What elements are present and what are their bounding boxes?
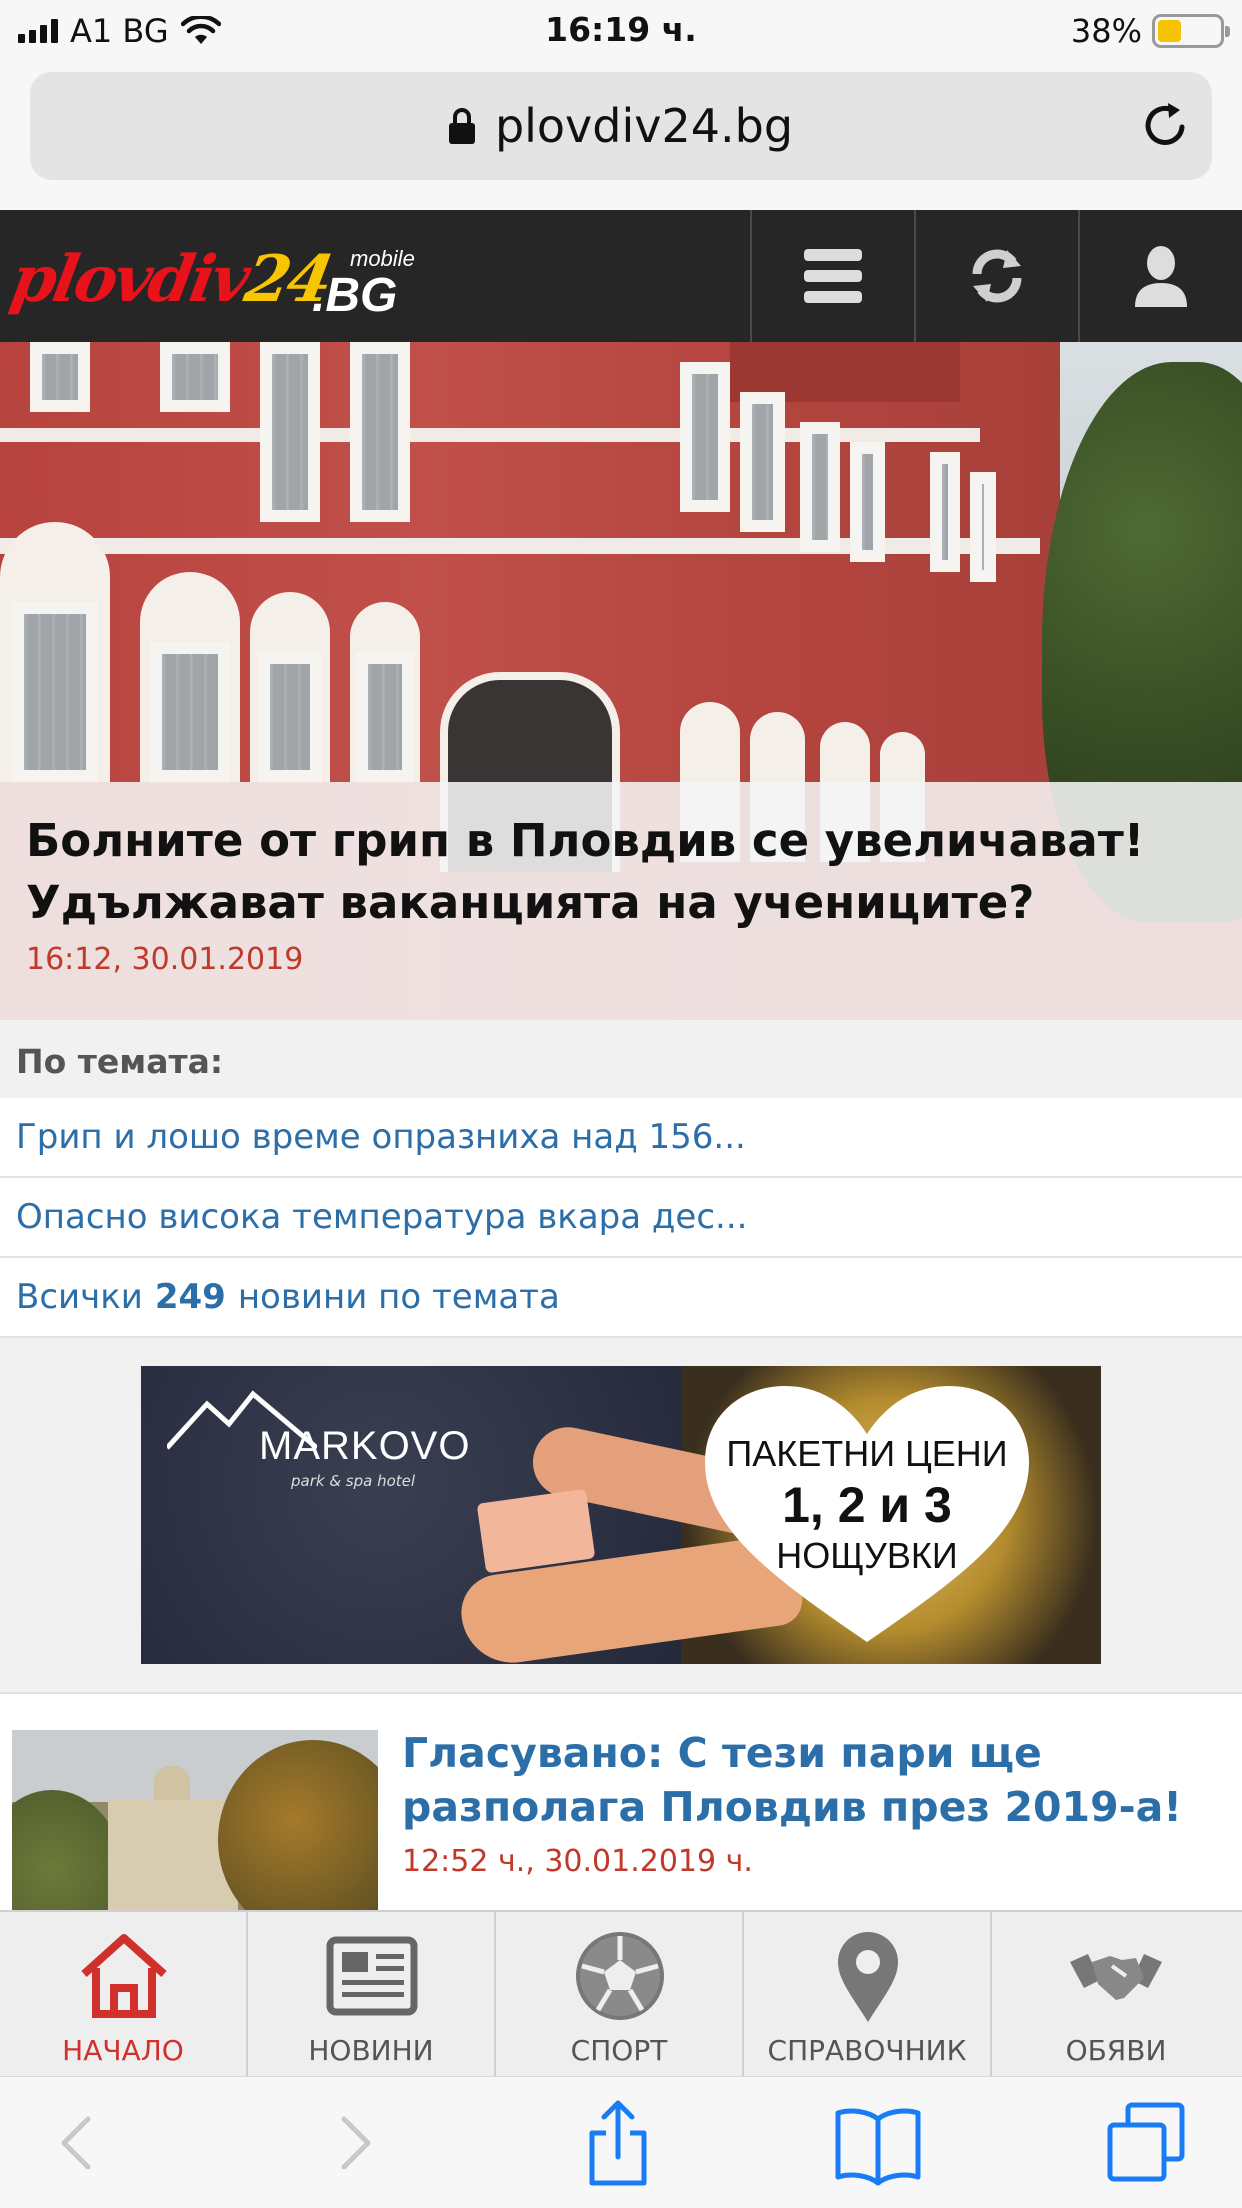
related-link[interactable]: Грип и лошо време опразниха над 156... bbox=[0, 1098, 1242, 1178]
url-text[interactable]: plovdiv24.bg bbox=[495, 99, 793, 153]
share-icon[interactable] bbox=[570, 2095, 666, 2191]
tab-sport[interactable]: СПОРТ bbox=[496, 1912, 744, 2076]
ad-area: MARKOVO park & spa hotel ПАКЕТНИ ЦЕНИ 1,… bbox=[0, 1338, 1242, 1694]
all-related-link[interactable]: Всички 249 новини по темата bbox=[0, 1258, 1242, 1338]
site-logo[interactable]: plovdiv24 .BG mobile bbox=[5, 230, 432, 330]
reload-icon[interactable] bbox=[1138, 99, 1192, 153]
tab-label: НОВИНИ bbox=[308, 2034, 434, 2067]
ad-line-3: НОЩУВКИ bbox=[776, 1535, 958, 1576]
ad-heart-text: ПАКЕТНИ ЦЕНИ 1, 2 и 3 НОЩУВКИ bbox=[697, 1432, 1037, 1578]
lock-icon bbox=[448, 108, 475, 144]
hero-date: 16:12, 30.01.2019 bbox=[26, 942, 304, 977]
ad-line-2: 1, 2 и 3 bbox=[782, 1477, 952, 1533]
tab-home[interactable]: НАЧАЛО bbox=[0, 1912, 248, 2076]
hero-photo-window bbox=[12, 602, 98, 782]
related-link[interactable]: Опасно висока температура вкара дес... bbox=[0, 1178, 1242, 1258]
hero-photo-window bbox=[850, 442, 885, 562]
battery-icon bbox=[1152, 14, 1230, 48]
all-related-count: 249 bbox=[154, 1277, 226, 1317]
hero-photo-window bbox=[800, 422, 840, 552]
ad-line-1: ПАКЕТНИ ЦЕНИ bbox=[726, 1433, 1008, 1474]
map-pin-icon bbox=[838, 1932, 898, 2022]
tab-directory[interactable]: СПРАВОЧНИК bbox=[744, 1912, 992, 2076]
article-date: 12:52 ч., 30.01.2019 ч. bbox=[402, 1844, 753, 1879]
ad-brand-sub: park & spa hotel bbox=[291, 1472, 416, 1490]
user-icon bbox=[1135, 246, 1187, 307]
hero-photo-window bbox=[356, 652, 414, 782]
status-bar: A1 BG 16:19 ч. 38% bbox=[0, 0, 1242, 62]
site-header: plovdiv24 .BG mobile bbox=[0, 210, 1242, 342]
tab-label: ОБЯВИ bbox=[1065, 2034, 1167, 2067]
refresh-icon bbox=[972, 249, 1022, 303]
tab-news[interactable]: НОВИНИ bbox=[248, 1912, 496, 2076]
article-thumbnail[interactable] bbox=[12, 1730, 378, 1910]
hero-photo-window bbox=[150, 642, 230, 782]
all-related-suffix: новини по темата bbox=[237, 1277, 560, 1317]
tab-label: СПОРТ bbox=[570, 2034, 668, 2067]
logo-tag: mobile bbox=[350, 246, 415, 271]
hero-photo-window bbox=[258, 652, 322, 782]
home-icon bbox=[81, 1934, 167, 2018]
hero-photo-window bbox=[740, 392, 785, 532]
refresh-button[interactable] bbox=[914, 210, 1078, 342]
menu-button[interactable] bbox=[750, 210, 914, 342]
hero-title[interactable]: Болните от грип в Пловдив се увеличават!… bbox=[26, 810, 1216, 934]
address-bar[interactable]: plovdiv24.bg bbox=[30, 72, 1212, 180]
related-heading: По темата: bbox=[0, 1020, 1242, 1098]
article-title[interactable]: Гласувано: С тези пари ще разполага Плов… bbox=[402, 1726, 1232, 1834]
tab-label: НАЧАЛО bbox=[62, 2034, 184, 2067]
hero-photo-window bbox=[30, 342, 90, 412]
article-card[interactable]: Гласувано: С тези пари ще разполага Плов… bbox=[0, 1694, 1242, 1910]
hero-article[interactable]: Болните от грип в Пловдив се увеличават!… bbox=[0, 342, 1242, 1020]
back-icon[interactable] bbox=[30, 2095, 126, 2191]
hero-photo-window bbox=[260, 342, 320, 522]
browser-toolbar bbox=[0, 2076, 1242, 2208]
battery-percent: 38% bbox=[1070, 12, 1142, 50]
hero-photo-window bbox=[930, 452, 960, 572]
logo-wordmark: plovdiv24 bbox=[5, 242, 336, 317]
user-button[interactable] bbox=[1078, 210, 1242, 342]
tabs-icon[interactable] bbox=[1098, 2095, 1194, 2191]
logo-suffix: .BG bbox=[312, 269, 398, 322]
hero-caption: Болните от грип в Пловдив се увеличават!… bbox=[0, 782, 1242, 1020]
soccer-ball-icon bbox=[576, 1932, 664, 2020]
hero-photo-window bbox=[680, 362, 730, 512]
handshake-icon bbox=[1070, 1954, 1162, 2000]
browser-address-area: plovdiv24.bg bbox=[0, 62, 1242, 210]
gift-box-image bbox=[476, 1488, 596, 1574]
thumbnail-tree bbox=[218, 1740, 378, 1910]
menu-icon bbox=[804, 249, 862, 303]
forward-icon[interactable] bbox=[306, 2095, 402, 2191]
hero-photo-window bbox=[350, 342, 410, 522]
bookmarks-icon[interactable] bbox=[830, 2095, 926, 2191]
hero-photo-window bbox=[160, 342, 230, 412]
site-tab-bar: НАЧАЛО НОВИНИ СПОРТ СПРАВОЧНИК ОБЯВИ bbox=[0, 1910, 1242, 2076]
newspaper-icon bbox=[326, 1936, 418, 2016]
tab-classifieds[interactable]: ОБЯВИ bbox=[992, 1912, 1240, 2076]
all-related-prefix: Всички bbox=[16, 1277, 143, 1317]
battery-level bbox=[1158, 20, 1181, 42]
thumbnail-tree bbox=[12, 1790, 122, 1910]
ad-brand: MARKOVO bbox=[259, 1424, 471, 1468]
clock: 16:19 ч. bbox=[545, 10, 697, 49]
ad-banner[interactable]: MARKOVO park & spa hotel ПАКЕТНИ ЦЕНИ 1,… bbox=[141, 1366, 1101, 1664]
hero-photo-window bbox=[970, 472, 996, 582]
tab-label: СПРАВОЧНИК bbox=[767, 2034, 967, 2067]
